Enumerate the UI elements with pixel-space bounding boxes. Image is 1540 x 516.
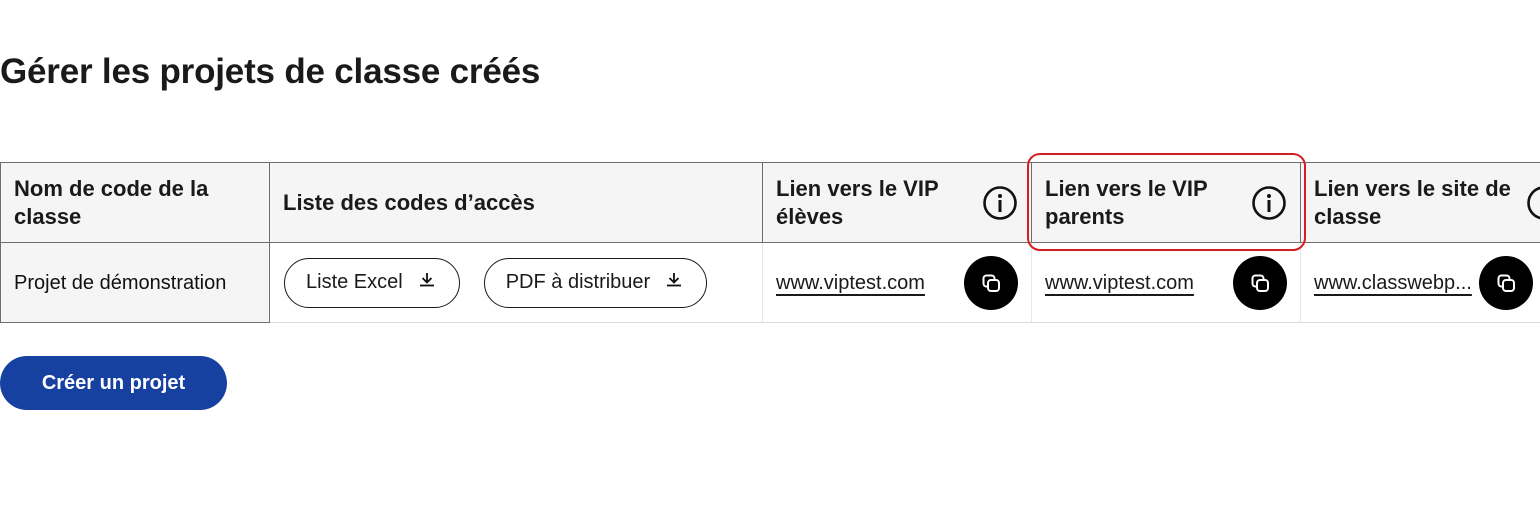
pdf-distribute-label: PDF à distribuer (505, 271, 651, 293)
download-icon (664, 270, 684, 296)
create-project-button[interactable]: Créer un projet (0, 356, 227, 410)
vip-students-link[interactable]: www.viptest.com (776, 269, 925, 297)
copy-icon (1497, 274, 1515, 292)
vip-parents-cell: www.viptest.com (1031, 242, 1301, 323)
excel-list-label: Liste Excel (306, 271, 403, 293)
vip-parents-link[interactable]: www.viptest.com (1045, 269, 1194, 297)
header-class-site: Lien vers le site de classe (1300, 162, 1540, 243)
copy-vip-students-button[interactable] (964, 255, 1018, 310)
header-class-name: Nom de code de la classe (0, 162, 270, 243)
table-header-row: Nom de code de la classe Liste des codes… (0, 162, 1540, 243)
projects-table: Nom de code de la classe Liste des codes… (0, 162, 1540, 323)
header-vip-students: Lien vers le VIP élèves (762, 162, 1032, 243)
info-icon[interactable] (1251, 185, 1287, 221)
pdf-distribute-button[interactable]: PDF à distribuer (483, 257, 708, 308)
projects-table-container: Nom de code de la classe Liste des codes… (0, 162, 1540, 324)
copy-class-site-button[interactable] (1478, 255, 1533, 310)
header-vip-parents: Lien vers le VIP parents (1031, 162, 1301, 243)
class-site-cell: www.classwebp... (1300, 242, 1540, 323)
table-row: Projet de démonstration Liste Excel PDF … (0, 242, 1540, 323)
copy-icon (982, 274, 1000, 292)
access-codes-cell: Liste Excel PDF à distribuer (269, 242, 763, 323)
download-icon (417, 270, 437, 296)
header-access-codes: Liste des codes d’accès (269, 162, 763, 243)
header-vip-students-label: Lien vers le VIP élèves (776, 175, 939, 229)
header-access-codes-label: Liste des codes d’accès (283, 189, 535, 215)
info-icon[interactable] (982, 185, 1018, 221)
copy-icon (1251, 274, 1269, 292)
class-name: Projet de démonstration (14, 271, 227, 294)
page: Gérer les projets de classe créés Nom de… (0, 0, 1540, 516)
class-name-cell: Projet de démonstration (0, 242, 270, 323)
page-title: Gérer les projets de classe créés (0, 52, 541, 91)
header-class-name-label: Nom de code de la classe (14, 175, 209, 229)
header-class-site-label: Lien vers le site de classe (1314, 175, 1511, 229)
header-vip-parents-label: Lien vers le VIP parents (1045, 175, 1208, 229)
excel-list-button[interactable]: Liste Excel (284, 257, 460, 308)
copy-vip-parents-button[interactable] (1233, 255, 1287, 310)
vip-students-cell: www.viptest.com (762, 242, 1032, 323)
class-site-link[interactable]: www.classwebp... (1314, 269, 1472, 297)
info-icon[interactable] (1526, 185, 1540, 221)
